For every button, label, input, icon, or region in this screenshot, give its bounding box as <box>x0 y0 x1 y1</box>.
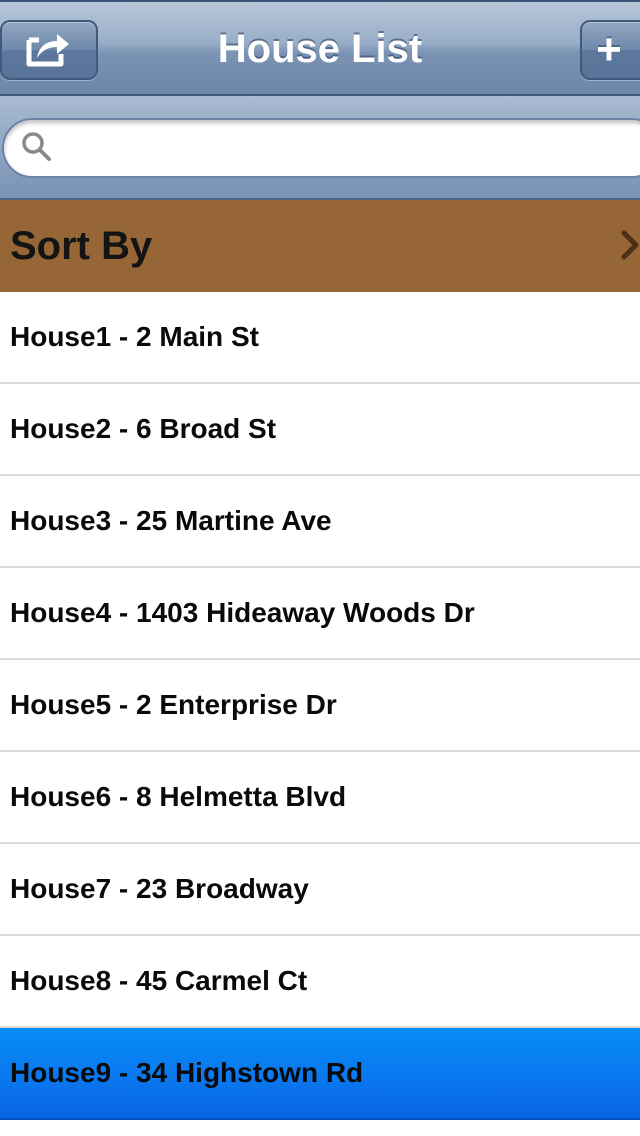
house-row-4[interactable]: House4 - 1403 Hideaway Woods Dr <box>0 568 640 660</box>
house-row-2[interactable]: House2 - 6 Broad St <box>0 384 640 476</box>
add-house-button[interactable]: + <box>580 20 640 80</box>
house-row-7[interactable]: House7 - 23 Broadway <box>0 844 640 936</box>
search-field[interactable] <box>2 118 640 178</box>
chevron-right-icon <box>620 230 640 265</box>
search-bar <box>0 96 640 200</box>
house-row-3[interactable]: House3 - 25 Martine Ave <box>0 476 640 568</box>
house-row-1[interactable]: House1 - 2 Main St <box>0 292 640 384</box>
house-row-label: House6 - 8 Helmetta Blvd <box>10 781 347 812</box>
house-list-screen: House List + Sort By House1 - 2 Main St … <box>0 0 640 1136</box>
house-row-label: House1 - 2 Main St <box>10 321 259 352</box>
house-row-9[interactable]: House9 - 34 Highstown Rd <box>0 1028 640 1120</box>
navigation-bar: House List + <box>0 0 640 96</box>
house-row-label: House3 - 25 Martine Ave <box>10 505 332 536</box>
house-row-label: House7 - 23 Broadway <box>10 873 309 904</box>
share-icon <box>25 28 73 73</box>
house-list: House1 - 2 Main St House2 - 6 Broad St Hou… <box>0 292 640 1120</box>
house-row-label: House8 - 45 Carmel Ct <box>10 965 308 996</box>
house-row-label: House4 - 1403 Hideaway Woods Dr <box>10 597 475 628</box>
house-row-label: House2 - 6 Broad St <box>10 413 277 444</box>
house-row-8[interactable]: House8 - 45 Carmel Ct <box>0 936 640 1028</box>
house-row-label: House9 - 34 Highstown Rd <box>10 1057 364 1088</box>
sort-by-row[interactable]: Sort By <box>0 200 640 292</box>
house-row-5[interactable]: House5 - 2 Enterprise Dr <box>0 660 640 752</box>
sort-by-label: Sort By <box>10 223 153 268</box>
search-icon <box>20 130 52 167</box>
plus-icon: + <box>596 25 622 74</box>
search-input[interactable] <box>62 130 626 166</box>
house-row-label: House5 - 2 Enterprise Dr <box>10 689 337 720</box>
share-button[interactable] <box>0 20 98 80</box>
house-row-6[interactable]: House6 - 8 Helmetta Blvd <box>0 752 640 844</box>
